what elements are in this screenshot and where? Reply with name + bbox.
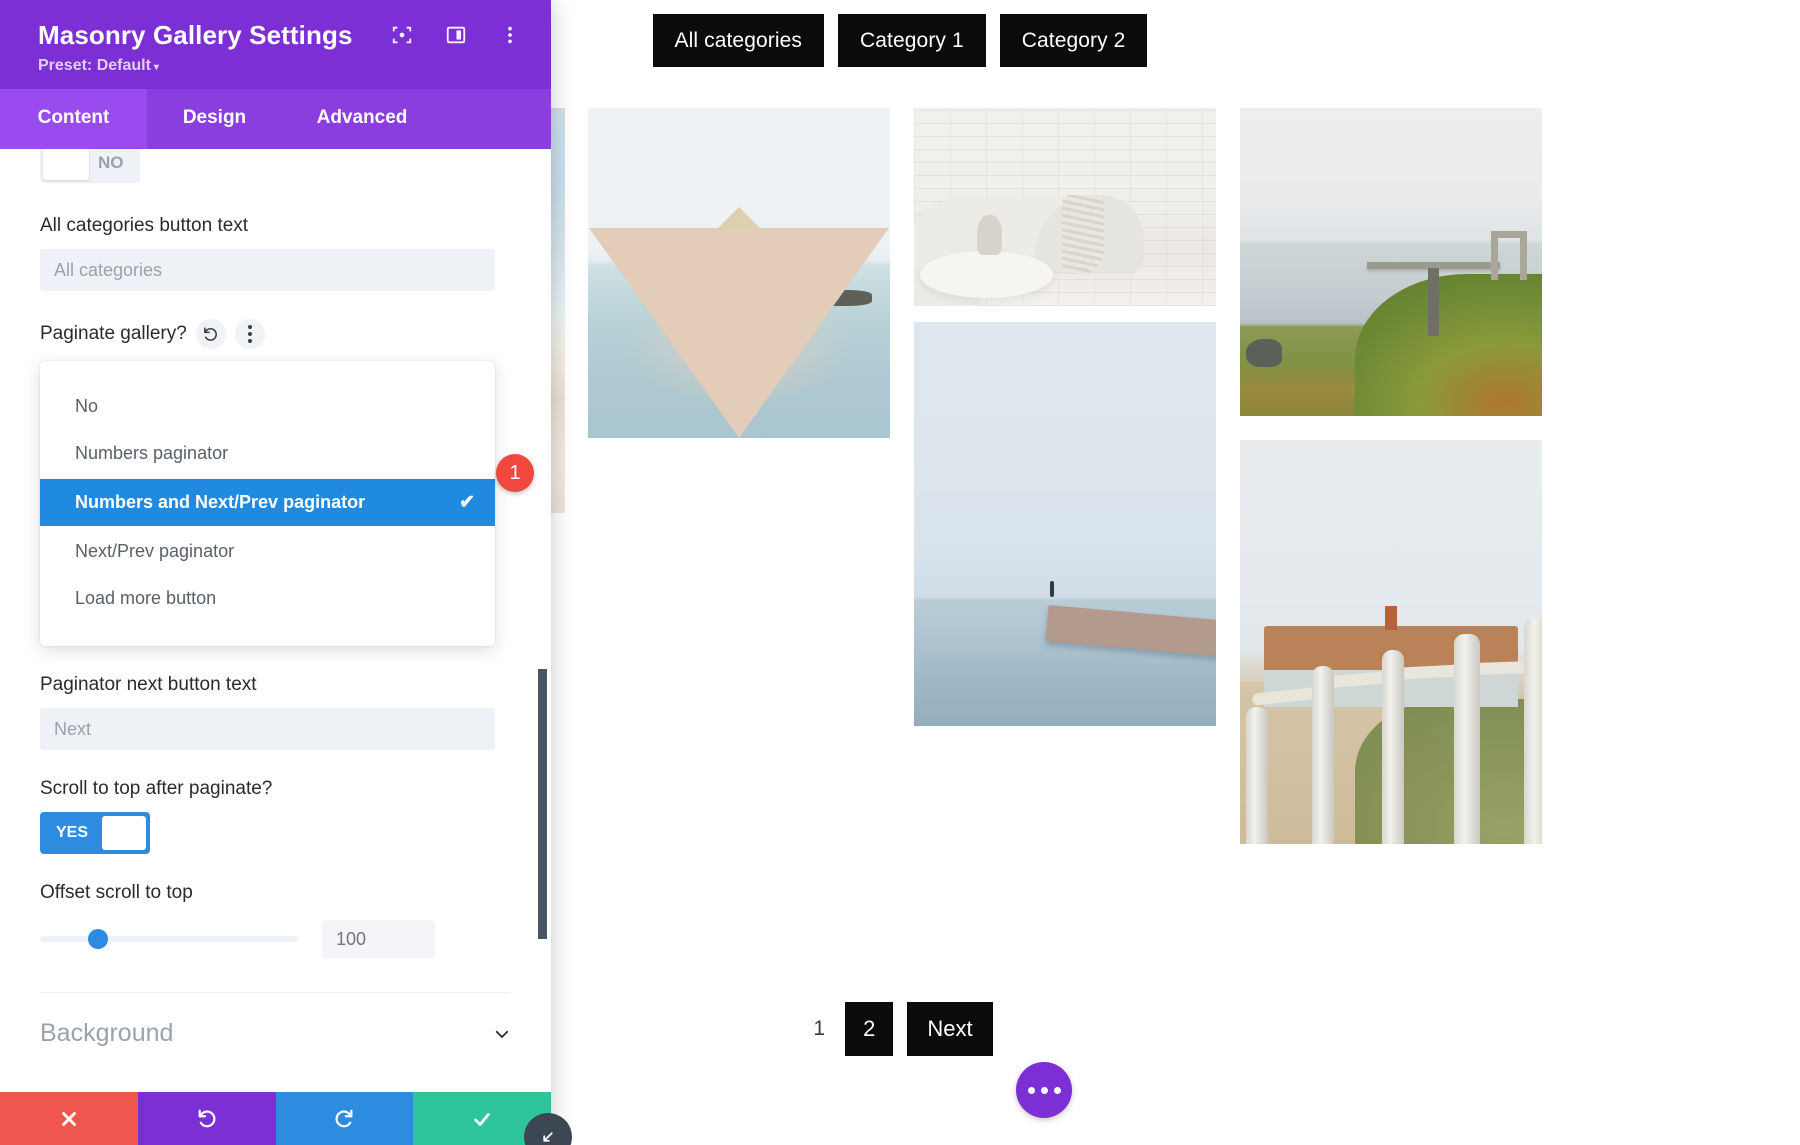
- scroll-to-top-toggle[interactable]: YES: [40, 812, 151, 854]
- step-badge: 1: [496, 454, 534, 492]
- settings-scroll-area: NO All categories button text Paginate g…: [0, 149, 551, 1092]
- preset-label: Preset: Default: [38, 57, 151, 74]
- kebab-menu-icon[interactable]: [234, 319, 265, 349]
- undo-button[interactable]: [137, 1092, 276, 1145]
- field-paginate-gallery: Paginate gallery? No Numbers paginator N…: [40, 319, 534, 646]
- redo-icon: [335, 1109, 353, 1127]
- field-label: All categories button text: [40, 215, 249, 236]
- more-options-fab[interactable]: [1016, 1062, 1072, 1118]
- focus-target-icon[interactable]: [391, 24, 413, 46]
- field-top-toggle: NO: [40, 149, 511, 185]
- field-offset-scroll-to-top: Offset scroll to top: [40, 882, 511, 958]
- option-next-prev-paginator[interactable]: Next/Prev paginator: [40, 528, 495, 575]
- option-numbers-paginator[interactable]: Numbers paginator: [40, 430, 495, 477]
- option-numbers-and-next-prev-paginator[interactable]: Numbers and Next/Prev paginator ✔: [40, 479, 495, 526]
- field-all-categories-button-text: All categories button text: [40, 215, 511, 291]
- redo-button[interactable]: [275, 1092, 414, 1145]
- ellipsis-icon: [1027, 1086, 1035, 1094]
- check-icon: ✔: [459, 492, 475, 513]
- top-toggle-switch[interactable]: NO: [40, 149, 140, 183]
- chevron-down-icon: [495, 1030, 509, 1038]
- pagination-page-2-active[interactable]: 2: [845, 1002, 894, 1056]
- cancel-button[interactable]: [0, 1092, 138, 1145]
- paginate-gallery-option-list: No Numbers paginator Numbers and Next/Pr…: [40, 361, 495, 646]
- toggle-knob: [102, 816, 147, 850]
- option-no[interactable]: No: [40, 383, 495, 430]
- toggle-label: YES: [56, 824, 89, 841]
- option-label: Numbers paginator: [75, 443, 229, 463]
- offset-slider-track[interactable]: [40, 929, 298, 949]
- option-label: Numbers and Next/Prev paginator: [75, 492, 366, 512]
- undo-icon: [198, 1109, 216, 1127]
- category-button-all[interactable]: All categories: [652, 14, 824, 67]
- option-label: Load more button: [75, 588, 217, 608]
- preset-selector[interactable]: Preset: Default ▾: [38, 57, 525, 75]
- all-categories-button-text-input[interactable]: [40, 249, 495, 291]
- category-button-1[interactable]: Category 1: [838, 14, 986, 67]
- option-load-more-button[interactable]: Load more button: [40, 575, 495, 622]
- offset-scroll-to-top-input[interactable]: [322, 920, 435, 958]
- kebab-menu-icon[interactable]: [499, 24, 521, 46]
- tab-advanced[interactable]: Advanced: [282, 89, 442, 149]
- check-icon: [474, 1112, 490, 1126]
- field-label: Offset scroll to top: [40, 882, 193, 903]
- chevron-down-icon: ▾: [153, 62, 159, 73]
- reset-icon[interactable]: [195, 319, 226, 349]
- gallery-item-white-living-room-photo[interactable]: [914, 108, 1216, 306]
- modal-tabs: Content Design Advanced: [0, 89, 551, 149]
- gallery-item-pier-gazebo-photo[interactable]: [588, 108, 890, 438]
- ellipsis-icon: [1040, 1086, 1048, 1094]
- gallery-item-coastal-cliff-photo[interactable]: [1240, 108, 1542, 416]
- toggle-knob: [43, 149, 89, 180]
- modal-header: Masonry Gallery Settings Preset: Default…: [0, 0, 551, 89]
- category-button-2[interactable]: Category 2: [999, 14, 1148, 67]
- pagination-next-button[interactable]: Next: [907, 1002, 993, 1056]
- layout-panel-icon[interactable]: [445, 24, 467, 46]
- module-settings-modal: Masonry Gallery Settings Preset: Default…: [0, 0, 551, 1145]
- option-label: Next/Prev paginator: [75, 541, 235, 561]
- modal-footer: [0, 1092, 551, 1145]
- field-label-row: Paginate gallery?: [40, 319, 511, 349]
- paginate-gallery-dropdown: No Numbers paginator Numbers and Next/Pr…: [40, 361, 534, 646]
- tab-content[interactable]: Content: [0, 89, 147, 149]
- close-icon: [61, 1111, 76, 1126]
- accordion-title: Background: [40, 1019, 174, 1047]
- paginator-next-button-text-input[interactable]: [40, 708, 495, 750]
- field-paginator-next-button-text: Paginator next button text: [40, 674, 511, 750]
- offset-slider-knob[interactable]: [88, 929, 108, 949]
- pagination-page-1[interactable]: 1: [807, 1017, 831, 1041]
- ellipsis-icon: [1053, 1086, 1061, 1094]
- gallery-item-sandy-path-fence-photo[interactable]: [1240, 440, 1542, 844]
- field-scroll-to-top-after-paginate: Scroll to top after paginate? YES: [40, 778, 511, 854]
- modal-header-actions: [391, 24, 521, 46]
- field-label: Paginate gallery?: [40, 323, 187, 344]
- resize-diagonal-icon: [543, 1132, 553, 1142]
- settings-scrollbar-thumb[interactable]: [538, 669, 547, 939]
- option-label: No: [75, 396, 99, 416]
- field-label: Paginator next button text: [40, 674, 257, 695]
- accordion-background[interactable]: Background: [40, 993, 511, 1076]
- field-label: Scroll to top after paginate?: [40, 778, 273, 799]
- toggle-label: NO: [98, 153, 124, 172]
- modal-body: NO All categories button text Paginate g…: [0, 149, 551, 1092]
- offset-slider-row: [40, 920, 511, 958]
- gallery-item-lake-jetty-photo[interactable]: [914, 322, 1216, 726]
- tab-design[interactable]: Design: [147, 89, 282, 149]
